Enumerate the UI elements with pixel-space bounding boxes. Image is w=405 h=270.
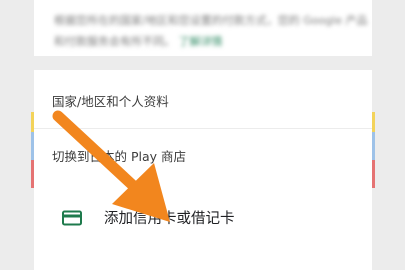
arrow-pointer: [52, 110, 170, 222]
